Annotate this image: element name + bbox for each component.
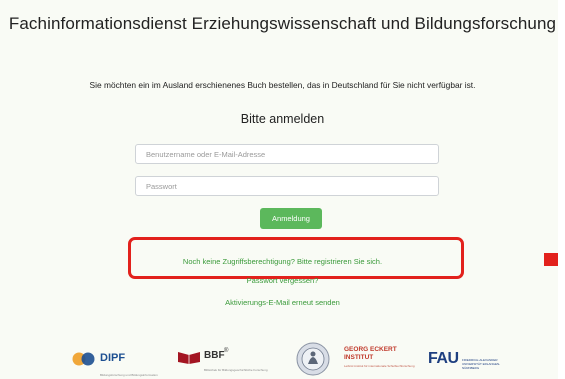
forgot-password-link[interactable]: Passwort vergessen? [0, 276, 565, 285]
partner-logos: DIPF Bildungsforschung und Bildungsinfor… [0, 340, 558, 379]
resend-activation-link[interactable]: Aktivierungs-E-Mail erneut senden [0, 298, 565, 307]
password-input[interactable] [135, 176, 439, 196]
bbf-book-icon [178, 352, 200, 364]
dipf-subtext: Bildungsforschung und Bildungsinformatio… [100, 373, 158, 377]
bbf-logo: BBF ® Bibliothek für Bildungsgeschichtli… [178, 340, 288, 379]
fau-subtext: FRIEDRICH-ALEXANDER UNIVERSITÄT ERLANGEN… [462, 358, 501, 370]
page-title: Fachinformationsdienst Erziehungswissens… [8, 14, 557, 33]
fau-name: FAU [428, 350, 459, 367]
bbf-name: BBF [204, 350, 225, 361]
login-page: Fachinformationsdienst Erziehungswissens… [0, 0, 558, 379]
register-link[interactable]: Noch keine Zugriffsberechtigung? Bitte r… [0, 257, 565, 266]
annotation-marker [544, 253, 558, 266]
gei-name: GEORG ECKERT [344, 346, 397, 353]
intro-text: Sie möchten ein im Ausland erschienenes … [89, 80, 476, 90]
gei-name-line2: INSTITUT [344, 354, 374, 361]
university-seal-icon [296, 342, 330, 376]
gei-subtext: Leibniz-Institut für internationale Schu… [344, 364, 415, 368]
username-input[interactable] [135, 144, 439, 164]
login-button[interactable]: Anmeldung [260, 208, 322, 229]
dipf-circles-icon [72, 352, 95, 366]
login-heading: Bitte anmelden [240, 112, 325, 126]
dipf-logo: DIPF Bildungsforschung und Bildungsinfor… [72, 340, 158, 379]
university-seal-logo [296, 340, 330, 379]
bbf-registered-mark: ® [224, 348, 229, 354]
bbf-subtext: Bibliothek für Bildungsgeschichtliche Fo… [204, 368, 268, 372]
gei-logo: GEORG ECKERT INSTITUT Leibniz-Institut f… [344, 340, 424, 379]
fau-logo: FAU FRIEDRICH-ALEXANDER UNIVERSITÄT ERLA… [428, 340, 518, 379]
dipf-name: DIPF [100, 352, 126, 364]
